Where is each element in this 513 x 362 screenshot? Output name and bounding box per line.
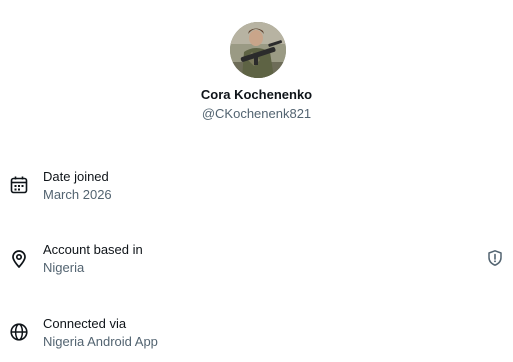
location-pin-icon <box>9 249 29 269</box>
connected-via-label: Connected via <box>43 316 127 331</box>
account-based-in-label: Account based in <box>43 242 143 257</box>
shield-info-icon[interactable] <box>486 249 504 267</box>
info-row-connected-via: Connected via Nigeria Android App <box>0 315 513 355</box>
connected-via-value: Nigeria Android App <box>43 334 158 349</box>
date-joined-label: Date joined <box>43 169 109 184</box>
username-handle: @CKochenenk821 <box>201 106 312 121</box>
calendar-icon <box>9 175 29 195</box>
account-based-in-value: Nigeria <box>43 260 85 275</box>
display-name: Cora Kochenenko <box>200 87 313 102</box>
info-row-date-joined: Date joined March 2026 <box>0 168 513 208</box>
avatar-photo <box>230 22 286 78</box>
date-joined-value: March 2026 <box>43 187 112 202</box>
info-row-account-location: Account based in Nigeria <box>0 241 513 281</box>
avatar[interactable] <box>230 22 286 78</box>
globe-icon <box>9 322 29 342</box>
